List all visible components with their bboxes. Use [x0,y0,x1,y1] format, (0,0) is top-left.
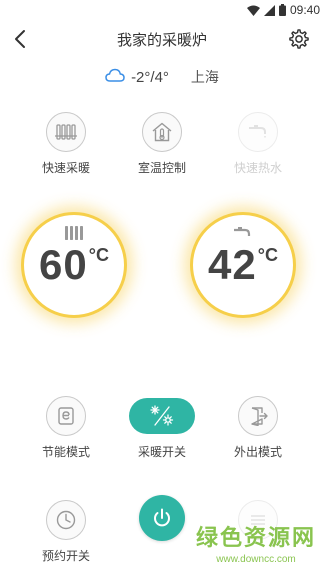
hot-water-temperature-unit: °C [257,245,278,265]
signal-icon [263,1,275,20]
hot-water-temperature-gauge[interactable]: 42°C [190,212,296,318]
settings-button[interactable] [286,26,312,52]
faucet-icon [234,227,251,236]
door-exit-icon [251,407,268,426]
quick-hot-water-circle [238,112,278,152]
faucet-icon [249,125,266,139]
energy-saving-mode-label: 节能模式 [41,445,90,459]
quick-heating-button[interactable]: 快速采暖 [26,112,106,176]
snow-sun-icon [150,405,174,426]
room-temp-control-label: 室温控制 [137,161,186,175]
house-thermometer-icon [152,122,172,142]
weather-city: 上海 [190,70,219,86]
heating-switch-button[interactable]: 采暖开关 [122,398,202,460]
heating-temperature-readout: 60°C [24,241,124,289]
radiator-icon [65,226,83,240]
energy-saving-mode-button[interactable]: 节能模式 [26,396,106,460]
status-bar: 09:40 [0,0,324,20]
hot-water-temperature-readout: 42°C [193,241,293,289]
hot-water-temperature-value: 42 [208,241,257,288]
status-time: 09:40 [289,3,320,17]
heating-temperature-unit: °C [88,245,109,265]
schedule-switch-circle [46,500,86,540]
quick-heating-label: 快速采暖 [41,161,90,175]
watermark-title: 绿色资源网 [196,526,317,551]
energy-saving-icon [58,407,74,425]
room-temp-control-button[interactable]: 室温控制 [122,112,202,176]
heating-switch-pill [129,398,195,434]
cloud-icon [105,68,125,86]
wifi-icon [246,1,260,20]
watermark: 绿色资源网 www.downcc.com [196,520,316,572]
page-title: 我家的采暖炉 [116,31,207,49]
schedule-switch-label: 预约开关 [41,549,90,563]
gear-icon [289,29,309,49]
room-temp-control-circle [142,112,182,152]
quick-heating-circle [46,112,86,152]
heating-switch-label: 采暖开关 [137,445,186,459]
nav-bar: 我家的采暖炉 [0,20,324,58]
battery-icon [278,1,286,20]
radiator-icon [55,124,77,140]
clock-icon [56,510,76,530]
schedule-switch-button[interactable]: 预约开关 [26,500,106,564]
away-mode-circle [238,396,278,436]
power-button[interactable] [139,495,185,541]
away-mode-label: 外出模式 [233,445,282,459]
watermark-url: www.downcc.com [216,554,296,565]
heating-temperature-gauge[interactable]: 60°C [21,212,127,318]
away-mode-button[interactable]: 外出模式 [218,396,298,460]
heating-temperature-value: 60 [39,241,88,288]
weather-temperature: -2°/4° [131,68,169,86]
quick-hot-water-button[interactable]: 快速热水 [218,112,298,176]
quick-hot-water-label: 快速热水 [233,161,282,175]
status-icons: 09:40 [246,1,320,20]
weather-info: -2°/4° 上海 [0,66,324,88]
power-icon [154,508,170,527]
energy-saving-mode-circle [46,396,86,436]
